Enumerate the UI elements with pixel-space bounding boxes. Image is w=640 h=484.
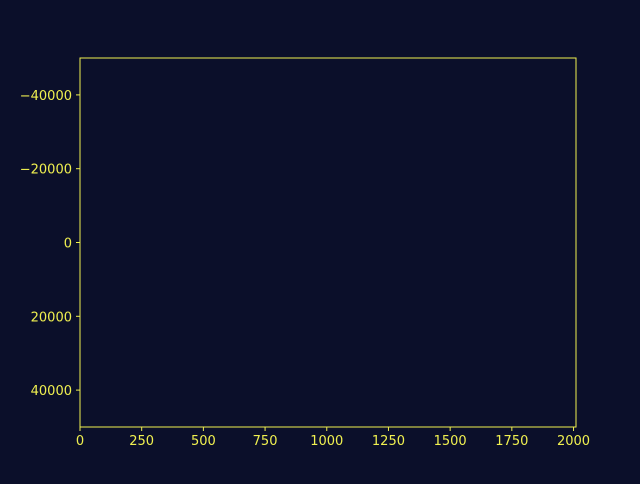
chart-area: 0 250 500 750 1000 1250 1500 1750 2000 −40000 −20… — [0, 0, 640, 480]
chart-svg: 0 250 500 750 1000 1250 1500 1750 2000 −40000 −20… — [0, 0, 640, 480]
y-tick-label: −40000 — [20, 89, 72, 104]
x-tick-label: 500 — [191, 434, 216, 449]
x-tick-label: 1750 — [495, 434, 528, 449]
y-tick-label: 20000 — [31, 310, 72, 325]
y-tick-label: −20000 — [20, 163, 72, 178]
x-tick-label: 1500 — [434, 434, 467, 449]
x-tick-label: 0 — [76, 434, 84, 449]
x-tick-label: 2000 — [557, 434, 590, 449]
x-tick-label: 750 — [253, 434, 278, 449]
y-tick-label: 0 — [64, 237, 72, 252]
x-tick-label: 250 — [129, 434, 154, 449]
y-tick-label: 40000 — [31, 384, 72, 399]
x-tick-label: 1000 — [310, 434, 343, 449]
x-tick-label: 1250 — [372, 434, 405, 449]
plot-frame — [79, 57, 577, 428]
